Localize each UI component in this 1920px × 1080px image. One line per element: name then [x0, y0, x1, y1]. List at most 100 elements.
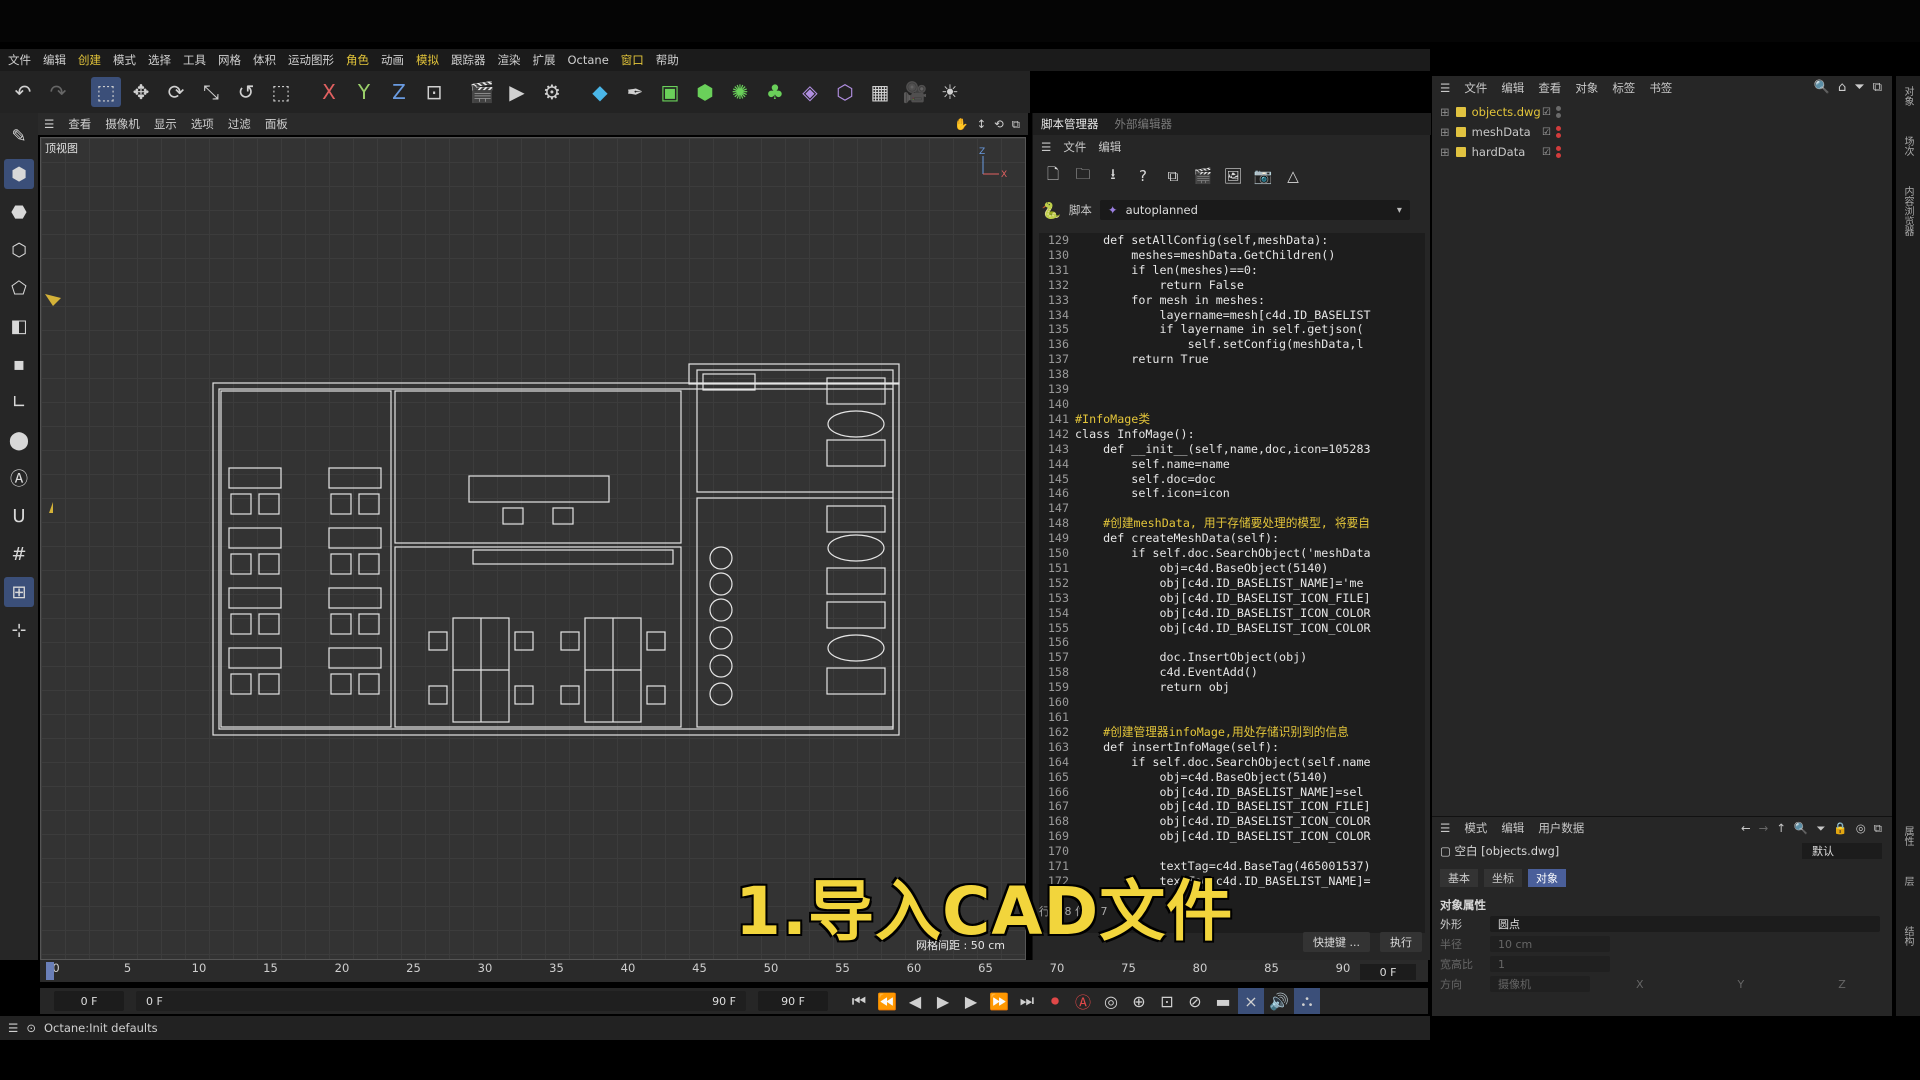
code-line[interactable]: 151 obj=c4d.BaseObject(5140): [1039, 561, 1425, 576]
magnet-icon[interactable]: U: [4, 501, 34, 531]
code-line[interactable]: 162 #创建管理器infoMage,用处存储识别到的信息: [1039, 725, 1425, 740]
code-line[interactable]: 163 def insertInfoMage(self):: [1039, 740, 1425, 755]
forward-arrow-icon[interactable]: →: [1759, 821, 1769, 836]
display-dropdown[interactable]: 圆点: [1490, 916, 1880, 932]
script-dropdown[interactable]: ✦ autoplanned: [1099, 200, 1410, 220]
keyframe-icon[interactable]: ◎: [1098, 988, 1124, 1014]
grid-icon[interactable]: ▦: [865, 77, 895, 107]
world-icon[interactable]: ⊡: [419, 77, 449, 107]
home-icon[interactable]: ⌂: [1838, 80, 1846, 95]
viewport-menu-icon[interactable]: ☰: [44, 117, 54, 131]
code-line[interactable]: 150 if self.doc.SearchObject('meshData: [1039, 546, 1425, 561]
render-region-icon[interactable]: 🎬: [467, 77, 497, 107]
om-menu-icon[interactable]: ☰: [1440, 81, 1450, 95]
timeline-playhead[interactable]: [46, 962, 54, 980]
dolly-icon[interactable]: ↕: [977, 117, 987, 132]
edge-mode-icon[interactable]: ⬠: [4, 273, 34, 303]
menu-mode[interactable]: 模式: [113, 52, 136, 68]
code-line[interactable]: 146 self.icon=icon: [1039, 486, 1425, 501]
search-icon[interactable]: 🔍: [1794, 821, 1808, 836]
timeline-ruler[interactable]: 0 5 10 15 20 25 30 35 40 45 50 55 60 65 70 75 80 85 90: [40, 960, 1428, 980]
code-line[interactable]: 152 obj[c4d.ID_BASELIST_NAME]='me: [1039, 576, 1425, 591]
dock-tab-attributes[interactable]: 属性: [1900, 826, 1915, 846]
script-menu-icon[interactable]: ☰: [1041, 140, 1051, 154]
goto-end-icon[interactable]: ⏭: [1014, 988, 1040, 1014]
code-line[interactable]: 141 #InfoMage类: [1039, 412, 1425, 427]
code-line[interactable]: 143 def __init__(self,name,doc,icon=1052…: [1039, 442, 1425, 457]
shortcut-button[interactable]: 快捷键 ...: [1303, 932, 1370, 952]
visibility-dots[interactable]: [1556, 126, 1561, 138]
autokey-icon[interactable]: Ⓐ: [1070, 988, 1096, 1014]
menu-extensions[interactable]: 扩展: [533, 52, 556, 68]
redo-icon[interactable]: ↷: [43, 77, 73, 107]
menu-animation[interactable]: 动画: [381, 52, 404, 68]
menu-mesh[interactable]: 网格: [218, 52, 241, 68]
code-line[interactable]: 144 self.name=name: [1039, 457, 1425, 472]
script-menu-file[interactable]: 文件: [1063, 139, 1086, 155]
expand-icon[interactable]: ⊞: [1440, 105, 1450, 119]
visibility-dots[interactable]: [1556, 146, 1561, 158]
model-mode-icon[interactable]: ⬢: [4, 159, 34, 189]
menu-create[interactable]: 创建: [78, 52, 101, 68]
code-line[interactable]: 153 obj[c4d.ID_BASELIST_ICON_FILE]: [1039, 591, 1425, 606]
code-line[interactable]: 169 obj[c4d.ID_BASELIST_ICON_COLOR: [1039, 829, 1425, 844]
filter-icon[interactable]: ⏷: [1854, 80, 1864, 95]
key-rotation-icon[interactable]: ⊘: [1182, 988, 1208, 1014]
code-line[interactable]: 157 doc.InsertObject(obj): [1039, 650, 1425, 665]
object-row-harddata[interactable]: ⊞ hardData ☑: [1432, 142, 1892, 162]
rotate-icon[interactable]: ⟳: [161, 77, 191, 107]
code-line[interactable]: 130 meshes=meshData.GetChildren(): [1039, 248, 1425, 263]
range-slider[interactable]: 0 F 90 F: [136, 991, 746, 1011]
clapper-icon[interactable]: 🎬: [1191, 164, 1215, 188]
array-icon[interactable]: ♣: [760, 77, 790, 107]
key-pla-icon[interactable]: ⨯: [1238, 988, 1264, 1014]
snap-icon[interactable]: #: [4, 539, 34, 569]
copy-icon[interactable]: ⧉: [1161, 164, 1185, 188]
vp-menu-filter[interactable]: 过滤: [228, 116, 251, 132]
om-menu-tags[interactable]: 标签: [1612, 80, 1635, 96]
menu-select[interactable]: 选择: [148, 52, 171, 68]
code-line[interactable]: 160: [1039, 695, 1425, 710]
code-line[interactable]: 156: [1039, 635, 1425, 650]
menu-render[interactable]: 渲染: [498, 52, 521, 68]
new-window-icon[interactable]: ⧉: [1874, 821, 1882, 836]
next-frame-icon[interactable]: ▶: [958, 988, 984, 1014]
status-menu-icon[interactable]: ☰: [8, 1021, 18, 1035]
tab-object[interactable]: 对象: [1528, 869, 1566, 887]
timeline-settings-icon[interactable]: ⛬: [1294, 988, 1320, 1014]
back-arrow-icon[interactable]: ←: [1741, 821, 1751, 836]
image-icon[interactable]: 🖼: [1221, 164, 1245, 188]
edit-icon[interactable]: ✎: [4, 121, 34, 151]
help-icon[interactable]: ?: [1131, 164, 1155, 188]
target-icon[interactable]: ◎: [1856, 821, 1866, 836]
current-frame-field[interactable]: 0 F: [1360, 964, 1416, 980]
key-param-icon[interactable]: ▬: [1210, 988, 1236, 1014]
object-name[interactable]: objects.dwg: [1472, 105, 1541, 119]
grid-snap-icon[interactable]: ⊹: [4, 615, 34, 645]
undo-icon[interactable]: ↶: [8, 77, 38, 107]
render-view-icon[interactable]: ▶: [502, 77, 532, 107]
code-line[interactable]: 170: [1039, 844, 1425, 859]
key-position-icon[interactable]: ⊕: [1126, 988, 1152, 1014]
object-row-objects-dwg[interactable]: ⊞ objects.dwg ☑: [1432, 102, 1892, 122]
code-line[interactable]: 139: [1039, 382, 1425, 397]
menu-tracker[interactable]: 跟踪器: [451, 52, 486, 68]
object-row-meshdata[interactable]: ⊞ meshData ☑: [1432, 122, 1892, 142]
axis-mode-icon[interactable]: ∟: [4, 387, 34, 417]
radius-field[interactable]: 10 cm: [1490, 936, 1610, 952]
shape-icon[interactable]: △: [1281, 164, 1305, 188]
code-line[interactable]: 134 layername=mesh[c4d.ID_BASELIST: [1039, 308, 1425, 323]
move-icon[interactable]: ✥: [126, 77, 156, 107]
code-line[interactable]: 164 if self.doc.SearchObject(self.name: [1039, 755, 1425, 770]
code-line[interactable]: 161: [1039, 710, 1425, 725]
extrude-icon[interactable]: ⬢: [690, 77, 720, 107]
code-line[interactable]: 168 obj[c4d.ID_BASELIST_ICON_COLOR: [1039, 814, 1425, 829]
polygon-mode-icon[interactable]: ◧: [4, 311, 34, 341]
code-line[interactable]: 131 if len(meshes)==0:: [1039, 263, 1425, 278]
pan-icon[interactable]: ✋: [954, 117, 968, 132]
aspect-field[interactable]: 1: [1490, 956, 1610, 972]
om-menu-file[interactable]: 文件: [1464, 80, 1487, 96]
mograph-icon[interactable]: ✺: [725, 77, 755, 107]
menu-edit[interactable]: 编辑: [43, 52, 66, 68]
live-select-icon[interactable]: ⬚: [266, 77, 296, 107]
